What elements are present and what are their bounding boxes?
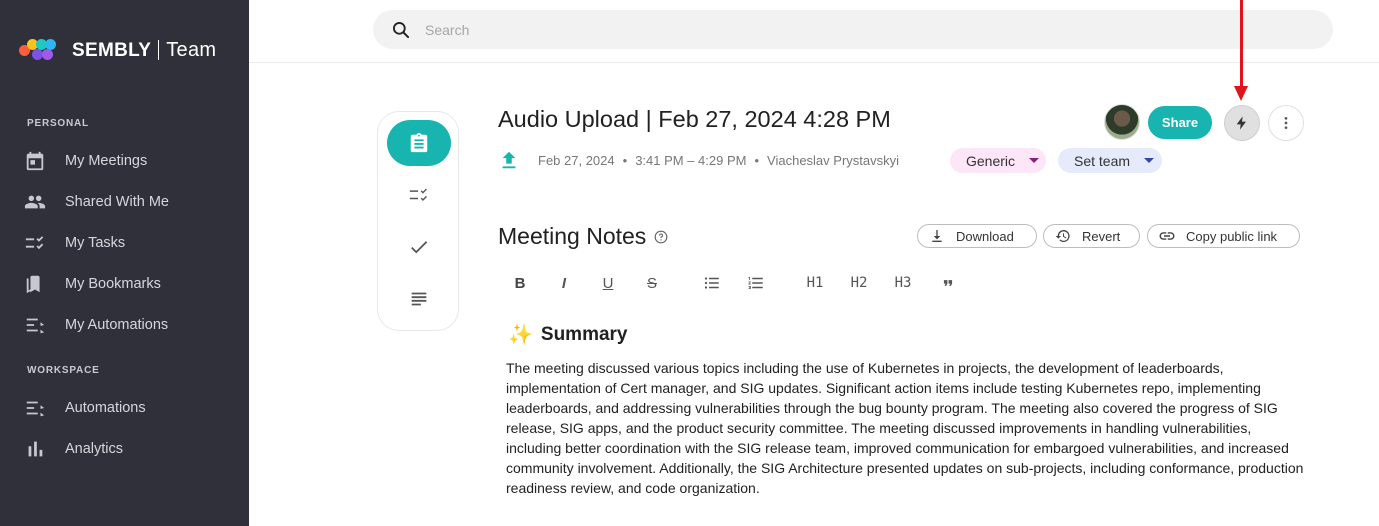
search-icon <box>393 21 410 38</box>
brand-suffix: Team <box>166 38 217 61</box>
logo[interactable]: SEMBLY Team <box>19 36 216 64</box>
share-button[interactable]: Share <box>1148 106 1212 139</box>
search-input[interactable] <box>425 21 1225 38</box>
transcript-view-button[interactable] <box>387 276 451 322</box>
sparkles-icon: ✨ <box>508 324 533 346</box>
sidebar-item-analytics[interactable]: Analytics <box>22 437 123 461</box>
lightning-icon <box>1236 116 1246 130</box>
sidebar-item-my-tasks[interactable]: My Tasks <box>22 231 125 255</box>
meeting-date: Feb 27, 2024 <box>538 152 615 168</box>
meeting-type-label: Generic <box>966 152 1016 169</box>
meeting-type-chip[interactable]: Generic <box>950 148 1046 173</box>
history-icon <box>1054 227 1072 245</box>
heading-2-button[interactable]: H2 <box>846 271 872 295</box>
summary-heading: Summary <box>540 323 628 345</box>
transcript-icon <box>411 292 427 306</box>
sidebar-item-my-meetings[interactable]: My Meetings <box>22 149 147 173</box>
bar-chart-icon <box>22 438 48 460</box>
chevron-down-icon <box>1144 158 1155 163</box>
help-icon[interactable] <box>654 230 668 244</box>
summary-text[interactable]: The meeting discussed various topics inc… <box>506 358 1306 498</box>
heading-1-button[interactable]: H1 <box>802 271 828 295</box>
automation-button[interactable] <box>1224 105 1260 141</box>
sidebar-item-label: Analytics <box>65 441 124 457</box>
tasks-icon <box>409 188 427 201</box>
meeting-owner: Viacheslav Prystavskyi <box>767 152 900 168</box>
team-chip[interactable]: Set team <box>1058 148 1162 173</box>
search-bar[interactable] <box>373 10 1333 49</box>
clipboard-icon <box>410 132 428 153</box>
people-icon <box>22 191 48 213</box>
numbered-list-button[interactable] <box>743 271 769 295</box>
italic-button[interactable]: I <box>551 271 577 295</box>
sidebar-item-label: My Tasks <box>65 235 126 251</box>
sidebar-item-label: My Bookmarks <box>65 276 161 292</box>
top-bar <box>249 0 1379 63</box>
numbered-list-icon <box>748 277 763 289</box>
meeting-time-range: 3:41 PM – 4:29 PM <box>635 152 747 168</box>
sidebar-item-my-automations[interactable]: My Automations <box>22 313 168 337</box>
download-button[interactable]: Download <box>917 224 1037 248</box>
strikethrough-button[interactable]: S <box>639 271 665 295</box>
sidebar-item-label: My Automations <box>65 317 169 333</box>
meeting-title: Audio Upload | Feb 27, 2024 4:28 PM <box>498 106 891 132</box>
brand-name: SEMBLY <box>72 39 152 61</box>
copy-public-link-button[interactable]: Copy public link <box>1147 224 1300 248</box>
summary-heading-row: ✨ Summary <box>508 322 628 347</box>
sidebar-item-label: My Meetings <box>65 153 148 169</box>
copy-link-label: Copy public link <box>1186 228 1278 244</box>
sembly-logo-icon <box>19 36 63 64</box>
quote-button[interactable] <box>935 271 961 295</box>
chevron-down-icon <box>1029 158 1040 163</box>
bulleted-list-icon <box>704 277 719 289</box>
sidebar: SEMBLY Team PERSONAL My Meetings Shared W… <box>0 0 249 526</box>
avatar[interactable] <box>1104 104 1140 140</box>
more-vertical-icon <box>1284 117 1288 129</box>
meta-separator: • <box>754 152 760 168</box>
download-icon <box>928 227 946 245</box>
sidebar-item-my-bookmarks[interactable]: My Bookmarks <box>22 272 161 296</box>
upload-icon <box>502 151 516 169</box>
notes-view-button[interactable] <box>387 120 451 166</box>
revert-button[interactable]: Revert <box>1043 224 1140 248</box>
revert-label: Revert <box>1082 228 1121 244</box>
team-chip-label: Set team <box>1074 152 1131 169</box>
meta-separator: • <box>622 152 628 168</box>
sidebar-item-shared-with-me[interactable]: Shared With Me <box>22 190 169 214</box>
sidebar-item-automations[interactable]: Automations <box>22 396 146 420</box>
workspace-section-label: WORKSPACE <box>27 365 100 376</box>
automation-icon <box>22 397 48 419</box>
tasks-icon <box>22 232 48 254</box>
bookmark-icon <box>22 273 48 295</box>
link-icon <box>1158 227 1176 245</box>
view-switcher <box>377 111 459 331</box>
quote-icon <box>943 280 953 286</box>
check-icon <box>411 241 428 254</box>
heading-3-button[interactable]: H3 <box>890 271 916 295</box>
calendar-icon <box>22 150 48 172</box>
annotation-arrow <box>1240 0 1243 86</box>
tasks-view-button[interactable] <box>387 172 451 218</box>
more-options-button[interactable] <box>1268 105 1304 141</box>
underline-button[interactable]: U <box>595 271 621 295</box>
sidebar-item-label: Shared With Me <box>65 194 169 210</box>
notes-title-row: Meeting Notes <box>498 223 668 250</box>
personal-section-label: PERSONAL <box>27 118 89 129</box>
bold-button[interactable]: B <box>507 271 533 295</box>
meeting-meta: Feb 27, 2024 • 3:41 PM – 4:29 PM • Viach… <box>498 149 899 171</box>
checklist-view-button[interactable] <box>387 224 451 270</box>
bulleted-list-button[interactable] <box>699 271 725 295</box>
download-label: Download <box>956 228 1014 244</box>
annotation-arrow-head <box>1234 86 1248 101</box>
sidebar-item-label: Automations <box>65 400 146 416</box>
notes-title: Meeting Notes <box>498 223 647 249</box>
automation-icon <box>22 314 48 336</box>
